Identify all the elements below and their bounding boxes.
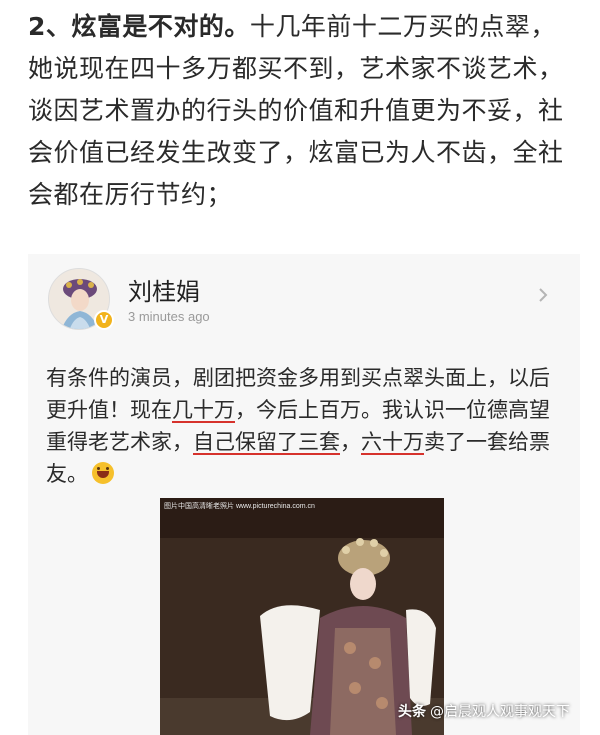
post-photo[interactable]: 图片中国高清晰老照片 www.picturechina.com.cn <box>160 498 444 735</box>
grinning-face-icon <box>92 462 114 484</box>
article-lead: 2、炫富是不对的。 <box>28 12 250 41</box>
post-text: 有条件的演员，剧团把资金多用到买点翠头面上，以后更升值！现在几十万，今后上百万。… <box>46 362 566 490</box>
post-timestamp: 3 minutes ago <box>128 309 210 324</box>
article-paragraph: 2、炫富是不对的。十几年前十二万买的点翠，她说现在四十多万都买不到，艺术家不谈艺… <box>28 6 580 216</box>
post-text-segment: ， <box>340 430 361 454</box>
photo-caption: 图片中国高清晰老照片 www.picturechina.com.cn <box>164 503 315 510</box>
weibo-post-card[interactable]: V 刘桂娟 3 minutes ago 有条件的演员，剧团把资金多用到买点翠头面… <box>28 254 580 735</box>
source-watermark: 头条 @启晨观人观事观天下 <box>398 701 570 721</box>
highlighted-phrase: 几十万 <box>172 398 235 422</box>
chevron-right-icon[interactable] <box>536 288 550 302</box>
watermark-brand: 头条 <box>398 704 426 720</box>
post-author-name[interactable]: 刘桂娟 <box>128 272 200 307</box>
post-header[interactable]: V 刘桂娟 3 minutes ago <box>28 254 580 340</box>
watermark-account: @启晨观人观事观天下 <box>430 704 570 720</box>
opera-performer-illustration <box>160 498 444 735</box>
article-body: 十几年前十二万买的点翠，她说现在四十多万都买不到，艺术家不谈艺术，谈因艺术置办的… <box>28 12 564 209</box>
verified-badge-icon: V <box>94 310 114 330</box>
highlighted-phrase: 六十万 <box>361 430 424 454</box>
highlighted-phrase: 自己保留了三套 <box>193 430 340 454</box>
